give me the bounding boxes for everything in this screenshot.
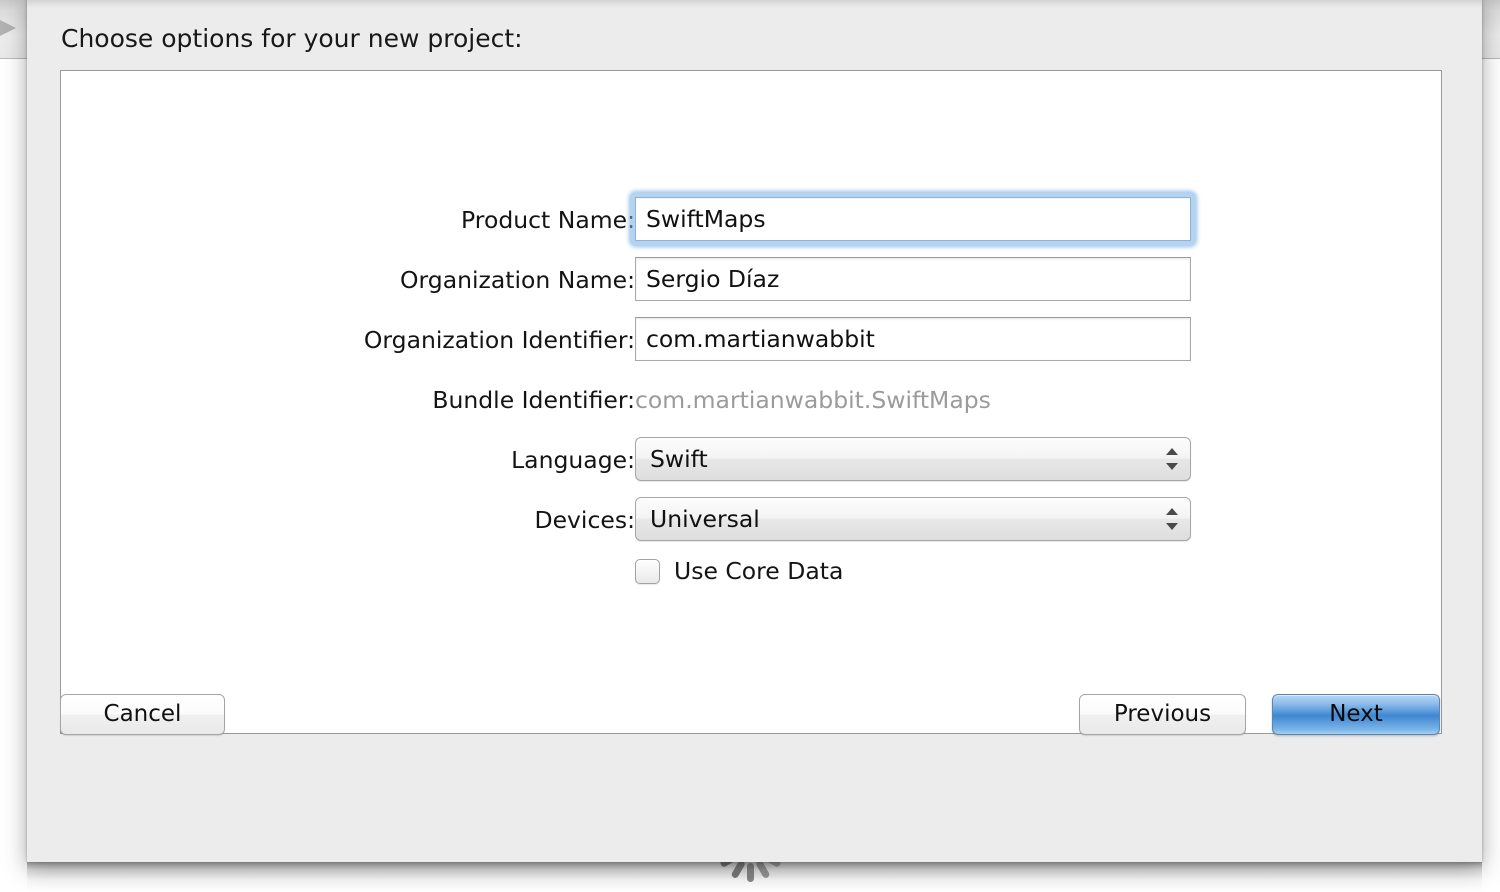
next-button[interactable]: Next <box>1272 694 1440 735</box>
triangle-right-icon <box>0 13 16 43</box>
devices-selected-value: Universal <box>650 505 760 533</box>
organization-identifier-label: Organization Identifier: <box>363 326 635 354</box>
options-content-panel: Product Name: Organization Name: Organizat… <box>60 70 1442 734</box>
language-selected-value: Swift <box>650 445 708 473</box>
devices-popup-button[interactable]: Universal <box>635 497 1191 541</box>
organization-identifier-input[interactable] <box>635 317 1191 361</box>
language-field-container: Swift <box>635 437 1191 481</box>
new-project-options-sheet: Choose options for your new project: Pro… <box>27 0 1482 862</box>
use-core-data-checkbox-row[interactable]: Use Core Data <box>635 557 843 585</box>
bundle-identifier-field-container: com.martianwabbit.SwiftMaps <box>635 377 991 423</box>
chevron-updown-icon <box>1166 507 1179 531</box>
bundle-identifier-label: Bundle Identifier: <box>432 386 635 414</box>
language-label: Language: <box>511 446 635 474</box>
devices-label: Devices: <box>534 506 635 534</box>
organization-name-field-container <box>635 257 1191 301</box>
language-popup-button[interactable]: Swift <box>635 437 1191 481</box>
form-row-language: Language: Swift <box>61 437 1441 497</box>
product-name-input[interactable] <box>635 197 1191 241</box>
organization-identifier-field-container <box>635 317 1191 361</box>
cancel-button[interactable]: Cancel <box>60 694 225 735</box>
organization-name-label: Organization Name: <box>400 266 635 294</box>
organization-name-input[interactable] <box>635 257 1191 301</box>
spinner-spoke <box>746 863 754 882</box>
form-row-use-core-data: Use Core Data <box>61 557 1441 617</box>
form-row-bundle-identifier: Bundle Identifier: com.martianwabbit.Swif… <box>61 377 1441 437</box>
bundle-identifier-value: com.martianwabbit.SwiftMaps <box>635 386 991 414</box>
chevron-updown-icon <box>1166 447 1179 471</box>
form-row-devices: Devices: Universal <box>61 497 1441 557</box>
form-row-organization-identifier: Organization Identifier: <box>61 317 1441 377</box>
form-row-organization-name: Organization Name: <box>61 257 1441 317</box>
organization-name-field-wrapper <box>635 257 1191 301</box>
use-core-data-checkbox[interactable] <box>635 558 660 584</box>
organization-identifier-field-wrapper <box>635 317 1191 361</box>
use-core-data-label: Use Core Data <box>674 557 844 585</box>
product-name-field-container <box>630 192 1196 246</box>
project-options-form: Product Name: Organization Name: Organizat… <box>61 192 1441 617</box>
screen: No Selection Choose options for your new… <box>0 0 1500 892</box>
devices-field-container: Universal <box>635 497 1191 541</box>
previous-button[interactable]: Previous <box>1079 694 1246 735</box>
sheet-title: Choose options for your new project: <box>61 24 523 53</box>
product-name-field-wrapper <box>630 192 1196 246</box>
product-name-label: Product Name: <box>461 206 635 234</box>
form-row-product-name: Product Name: <box>61 192 1441 257</box>
